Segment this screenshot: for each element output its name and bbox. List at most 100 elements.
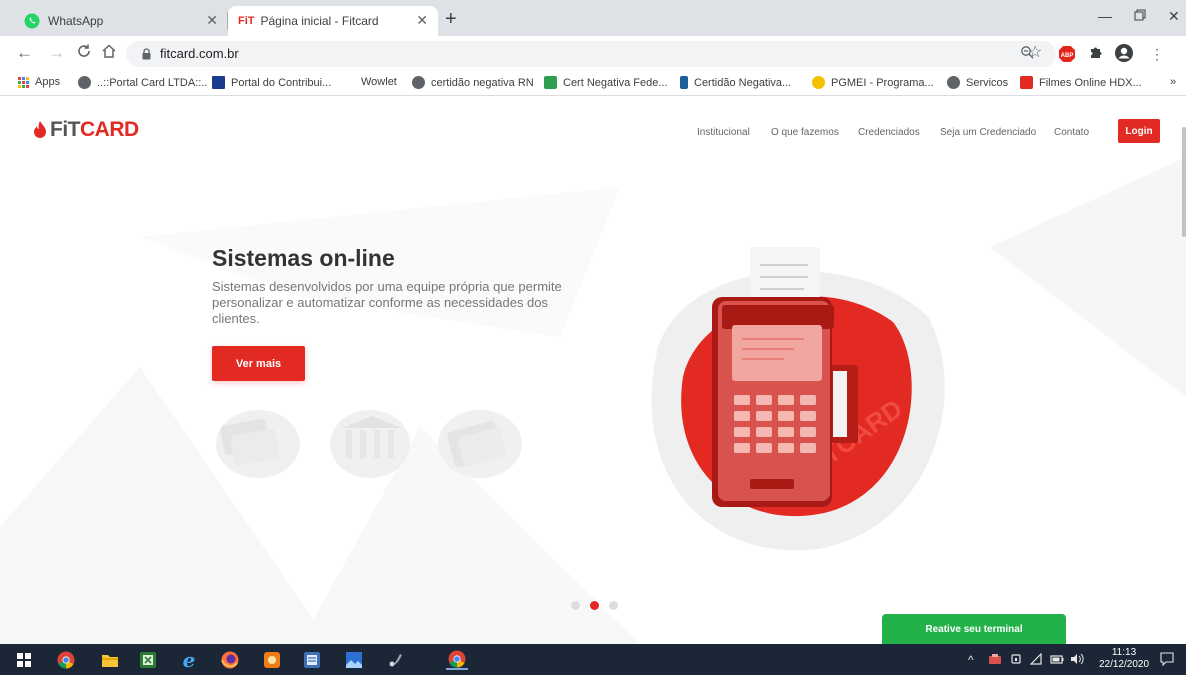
bookmark-label: Apps <box>35 76 61 88</box>
adblock-label: ABP <box>1061 53 1074 59</box>
bookmark-apps[interactable]: Apps <box>18 76 60 88</box>
carousel-dot-3[interactable] <box>609 601 618 610</box>
ver-mais-button[interactable]: Ver mais <box>212 346 305 381</box>
tab-strip: WhatsApp ✕ FiT Página inicial - Fitcard … <box>0 0 1186 36</box>
star-icon[interactable]: ☆ <box>1028 44 1042 62</box>
logo-prefix: FiT <box>50 118 81 141</box>
bookmark-label: Cert Negativa Fede... <box>563 76 668 89</box>
menu-kebab-icon[interactable]: ⋮ <box>1150 45 1164 63</box>
bookmark-label: Portal do Contribui... <box>231 76 332 89</box>
spreadsheet-icon[interactable] <box>138 650 158 670</box>
notifications-icon[interactable] <box>1160 652 1174 669</box>
tray-app-icon[interactable] <box>988 653 1002 668</box>
bookmark-label: Wowlet <box>361 76 397 88</box>
wallet-icon <box>438 410 522 478</box>
nav-contato[interactable]: Contato <box>1054 127 1089 138</box>
device-icon[interactable] <box>1010 653 1022 668</box>
windows-taskbar: e ^ 11:13 22/12/2020 <box>0 644 1186 675</box>
whatsapp-icon <box>24 13 40 29</box>
bookmarks-overflow-button[interactable]: » <box>1170 76 1176 88</box>
address-bar[interactable]: fitcard.com.br <box>126 41 1056 67</box>
nav-institucional[interactable]: Institucional <box>697 127 750 138</box>
tab-title: Página inicial - Fitcard <box>260 14 379 28</box>
forward-arrow-icon[interactable]: → <box>48 43 65 63</box>
profile-avatar-icon[interactable] <box>1114 43 1134 68</box>
wifi-icon[interactable] <box>1029 652 1042 668</box>
bookmark-label: Certidão Negativa... <box>694 76 792 89</box>
bookmark-portal-card[interactable]: ..::Portal Card LTDA::.. <box>78 76 207 89</box>
clock-date: 22/12/2020 <box>1098 659 1150 670</box>
hero-title: Sistemas on-line <box>212 245 395 271</box>
close-window-button[interactable]: ✕ <box>1168 8 1180 25</box>
close-tab-icon[interactable]: ✕ <box>206 12 218 29</box>
games-app-icon[interactable] <box>262 650 282 670</box>
fitcard-logo[interactable]: FiTCARD <box>33 118 139 142</box>
page-scrollbar[interactable] <box>1182 127 1186 237</box>
bookmark-cert-federal[interactable]: Cert Negativa Fede... <box>544 76 668 89</box>
globe-icon <box>78 76 91 89</box>
fitcard-favicon: FiT <box>238 15 255 27</box>
lock-icon <box>142 47 151 60</box>
nav-o-que-fazemos[interactable]: O que fazemos <box>771 127 839 138</box>
paint-app-icon[interactable] <box>386 650 406 670</box>
bank-icon <box>330 410 410 478</box>
extensions-puzzle-icon[interactable] <box>1088 44 1104 65</box>
browser-toolbar: ← → fitcard.com.br ☆ ABP ⋮ <box>0 36 1186 72</box>
close-tab-icon[interactable]: ✕ <box>416 12 428 29</box>
bookmark-portal-contribuinte[interactable]: Portal do Contribui... <box>212 76 331 89</box>
url-text: fitcard.com.br <box>160 46 239 61</box>
chrome-active-icon[interactable] <box>446 650 468 670</box>
carousel-dot-2[interactable] <box>590 601 599 610</box>
bookmark-label: certidão negativa RN <box>431 76 534 89</box>
windows-start-icon[interactable] <box>14 650 34 670</box>
photos-app-icon[interactable] <box>344 650 364 670</box>
leaf-icon <box>544 76 557 89</box>
home-icon[interactable] <box>101 43 117 64</box>
system-clock[interactable]: 11:13 22/12/2020 <box>1096 647 1152 671</box>
person-icon <box>680 76 688 89</box>
bookmark-filmes-online[interactable]: Filmes Online HDX... <box>1020 76 1142 89</box>
clock-time: 11:13 <box>1111 647 1137 658</box>
new-tab-button[interactable]: + <box>445 9 457 29</box>
bookmarks-bar: Apps ..::Portal Card LTDA::.. Portal do … <box>0 72 1186 96</box>
bookmark-wowlet[interactable]: Wowlet <box>361 76 397 88</box>
portal-icon <box>212 76 225 89</box>
apps-grid-icon <box>18 76 29 88</box>
nav-seja-credenciado[interactable]: Seja um Credenciado <box>940 127 1036 138</box>
carousel-dot-1[interactable] <box>571 601 580 610</box>
battery-icon[interactable] <box>1050 653 1064 668</box>
bookmark-servicos[interactable]: Servicos <box>947 76 1008 89</box>
bookmark-label: Servicos <box>966 76 1009 89</box>
tab-title: WhatsApp <box>48 14 104 28</box>
hero-description: Sistemas desenvolvidos por uma equipe pr… <box>212 279 562 326</box>
reload-icon[interactable] <box>76 43 92 64</box>
bookmark-pgmei[interactable]: PGMEI - Programa... <box>812 76 934 89</box>
tray-expand-icon[interactable]: ^ <box>968 653 974 667</box>
bookmark-label: ..::Portal Card LTDA::.. <box>97 76 208 89</box>
nav-credenciados[interactable]: Credenciados <box>858 127 920 138</box>
flame-logo-icon <box>34 121 46 138</box>
tab-whatsapp[interactable]: WhatsApp ✕ <box>14 6 228 36</box>
cards-icon <box>216 410 300 478</box>
notes-app-icon[interactable] <box>302 650 322 670</box>
tab-fitcard[interactable]: FiT Página inicial - Fitcard ✕ <box>228 6 438 36</box>
adblock-icon[interactable]: ABP <box>1058 45 1076 68</box>
internet-explorer-icon[interactable]: e <box>179 648 199 672</box>
bookmark-certidao-rn[interactable]: certidão negativa RN <box>412 76 534 89</box>
bookmark-label: Filmes Online HDX... <box>1039 76 1142 89</box>
website-page: FiTCARD Institucional O que fazemos Cred… <box>0 97 1186 644</box>
back-arrow-icon[interactable]: ← <box>16 43 33 63</box>
background-shapes <box>0 157 1186 644</box>
file-explorer-icon[interactable] <box>100 650 120 670</box>
play-icon <box>1020 76 1033 89</box>
reactivate-terminal-button[interactable]: Reative seu terminal <box>882 614 1066 644</box>
bookmark-certidao-negativa[interactable]: Certidão Negativa... <box>680 76 791 89</box>
minimize-button[interactable]: — <box>1098 8 1112 24</box>
logo-suffix: CARD <box>80 118 139 141</box>
restore-button[interactable] <box>1134 8 1146 24</box>
volume-icon[interactable] <box>1070 653 1084 668</box>
pos-terminal-illustration: FITCARD FITCARD <box>651 247 945 551</box>
firefox-icon[interactable] <box>220 650 240 670</box>
chrome-icon[interactable] <box>56 650 76 670</box>
login-button[interactable]: Login <box>1118 119 1160 143</box>
